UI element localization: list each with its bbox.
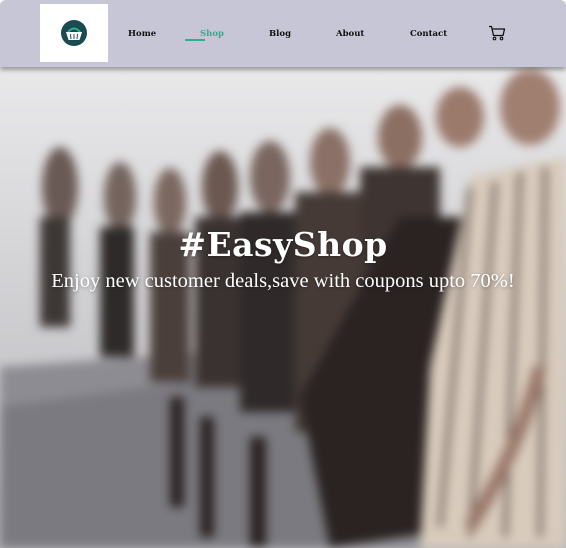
hero-title: #EasyShop bbox=[178, 225, 388, 264]
logo[interactable] bbox=[40, 4, 108, 62]
hero-background-image bbox=[0, 69, 566, 548]
cart-button[interactable] bbox=[488, 25, 506, 41]
cart-icon bbox=[489, 25, 506, 41]
navbar: Home Shop Blog About Contact bbox=[0, 0, 566, 67]
hero-subtitle: Enjoy new customer deals,save with coupo… bbox=[51, 270, 515, 292]
active-indicator bbox=[185, 39, 205, 41]
nav-home[interactable]: Home bbox=[128, 29, 156, 39]
hero-banner: #EasyShop Enjoy new customer deals,save … bbox=[0, 67, 566, 548]
nav-contact[interactable]: Contact bbox=[410, 29, 447, 39]
nav-blog[interactable]: Blog bbox=[269, 29, 291, 39]
nav-about[interactable]: About bbox=[336, 29, 364, 39]
nav-shop[interactable]: Shop bbox=[200, 29, 224, 39]
page: Home Shop Blog About Contact #EasyShop E… bbox=[0, 0, 566, 548]
shopping-basket-icon bbox=[61, 20, 87, 46]
